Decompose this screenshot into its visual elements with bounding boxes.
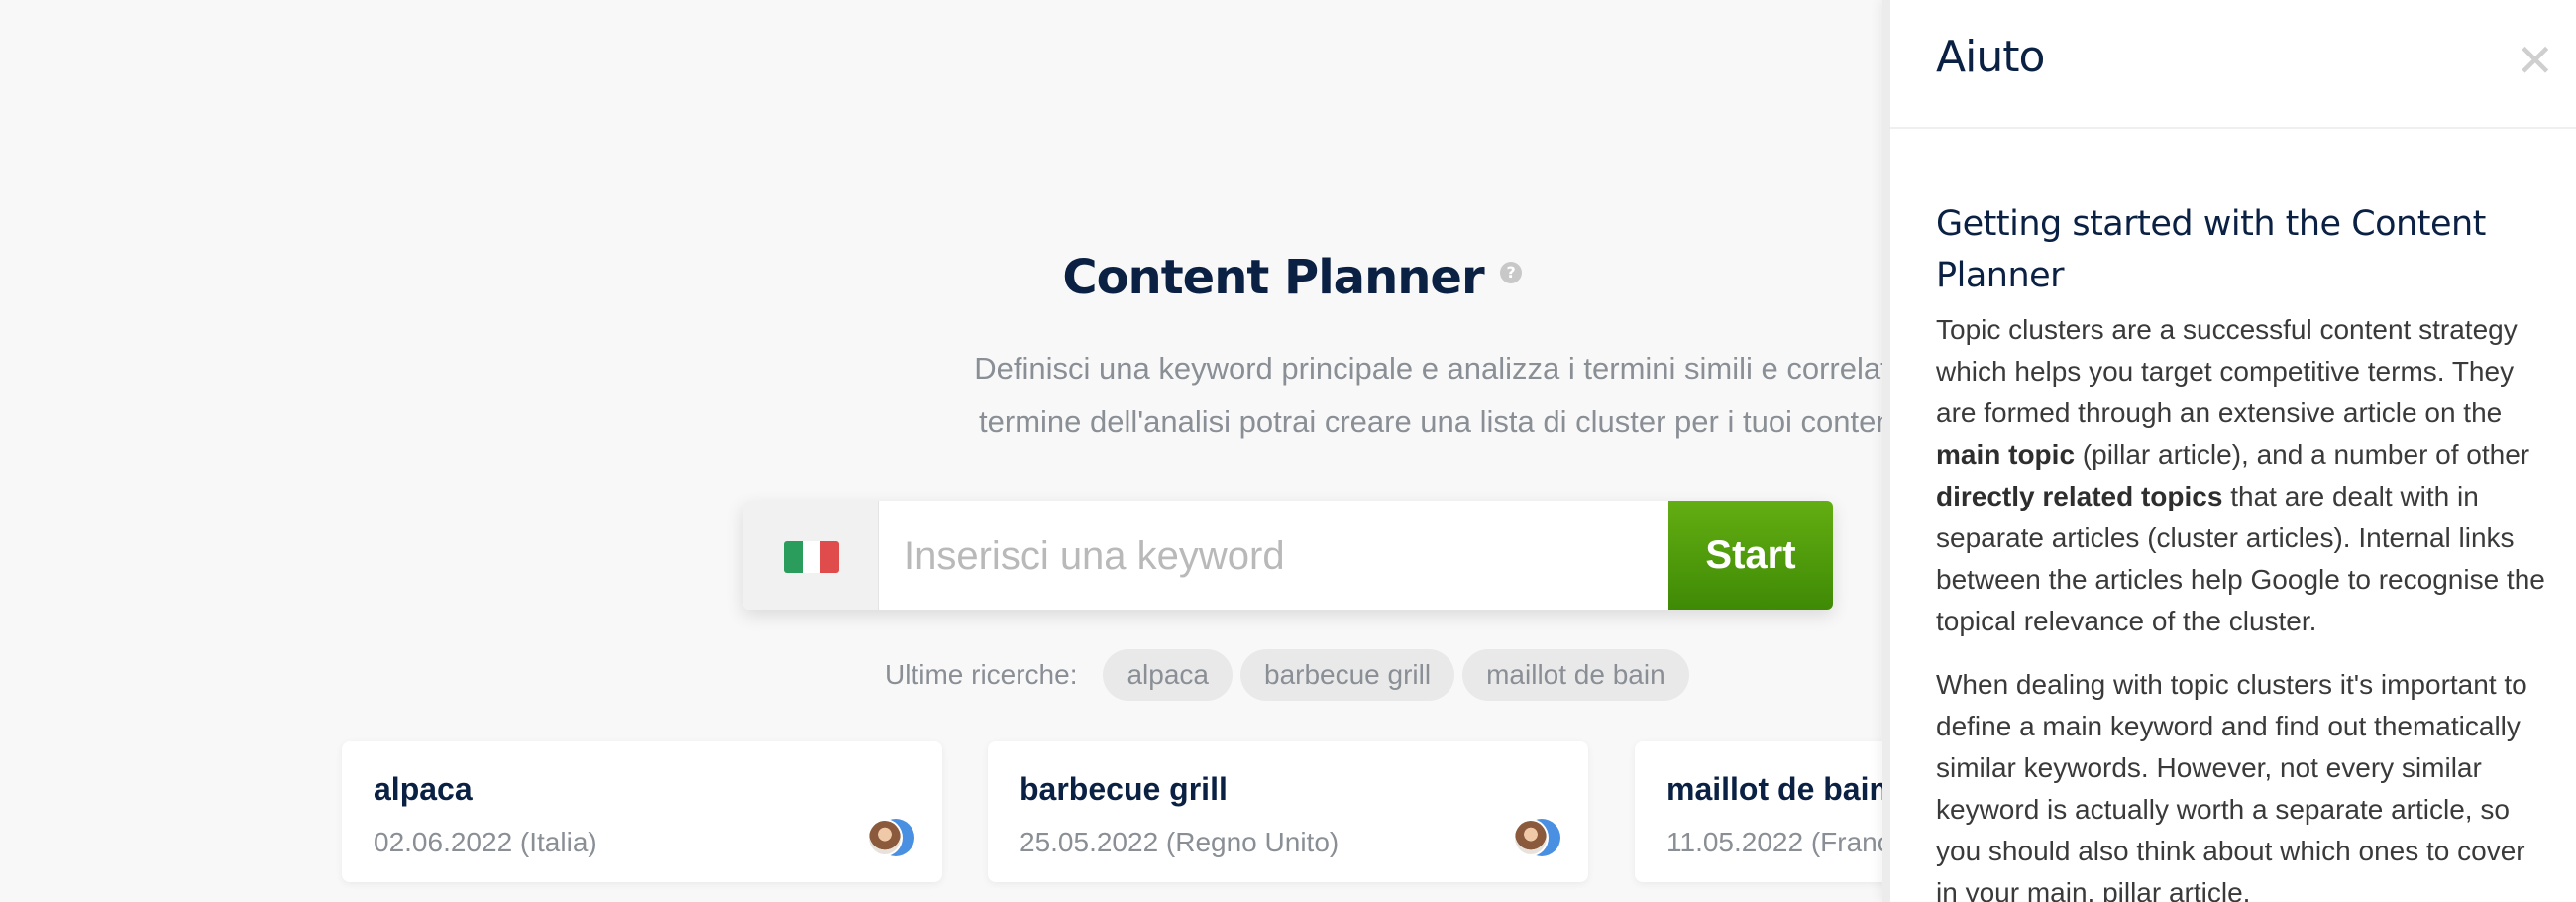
flag-stripe-red [820,541,839,573]
help-icon[interactable]: ? [1499,262,1522,283]
card-date: 02.06.2022 (Italia) [374,827,597,857]
avatar [1513,819,1560,856]
recent-searches: Ultime ricerche: alpaca barbecue grill m… [885,649,1697,701]
project-card-maillot-de-bain[interactable]: maillot de bain 11.05.2022 (Franc [1635,741,1882,882]
help-panel-title: Aiuto [1936,32,2045,82]
project-card-alpaca[interactable]: alpaca 02.06.2022 (Italia) [342,741,942,882]
page-subtitle: Definisci una keyword principale e anali… [733,342,1882,449]
close-icon[interactable]: ✕ [2516,38,2554,83]
italy-flag-icon [784,541,839,573]
avatar-front [867,819,903,856]
page-title: Content Planner ? [1062,250,1522,305]
help-p1-bold-main-topic: main topic [1936,439,2076,470]
recent-chip-barbecue-grill[interactable]: barbecue grill [1240,649,1455,701]
recent-searches-label: Ultime ricerche: [885,659,1078,690]
subtitle-line-2: termine dell'analisi potrai creare una l… [979,404,1882,439]
help-panel-body: Getting started with the Content Planner… [1936,198,2546,902]
help-paragraph-2: When dealing with topic clusters it's im… [1936,669,2527,902]
avatar [867,819,914,856]
start-button[interactable]: Start [1668,501,1833,610]
help-p1-bold-related-topics: directly related topics [1936,481,2223,511]
help-p1-text-c: (pillar article), and a number of other [2075,439,2530,470]
keyword-input[interactable] [902,522,1659,590]
country-selector[interactable] [743,501,879,610]
help-paragraph-1: Topic clusters are a successful content … [1936,309,2546,642]
help-p1-text-a: Topic clusters are a successful content … [1936,314,2518,428]
keyword-search-bar: Start [743,501,1833,610]
card-title: maillot de bain [1666,771,1882,807]
help-panel: Aiuto ✕ Getting started with the Content… [1882,0,2576,902]
recent-chip-maillot-de-bain[interactable]: maillot de bain [1462,649,1689,701]
recent-chip-alpaca[interactable]: alpaca [1103,649,1233,701]
card-title: alpaca [374,771,473,807]
project-card-barbecue-grill[interactable]: barbecue grill 25.05.2022 (Regno Unito) [988,741,1588,882]
help-panel-header: Aiuto ✕ [1890,0,2576,129]
flag-stripe-green [784,541,803,573]
page-title-text: Content Planner [1062,250,1484,305]
help-heading: Getting started with the Content Planner [1936,204,2486,295]
card-date: 11.05.2022 (Franc [1666,827,1882,857]
main-area: Content Planner ? Definisci una keyword … [0,0,1882,902]
subtitle-line-1: Definisci una keyword principale e anali… [974,351,1882,386]
title-row: Content Planner ? [0,250,1882,305]
card-title: barbecue grill [1020,771,1228,807]
flag-stripe-white [802,541,821,573]
avatar-front [1513,819,1549,856]
card-date: 25.05.2022 (Regno Unito) [1020,827,1340,857]
